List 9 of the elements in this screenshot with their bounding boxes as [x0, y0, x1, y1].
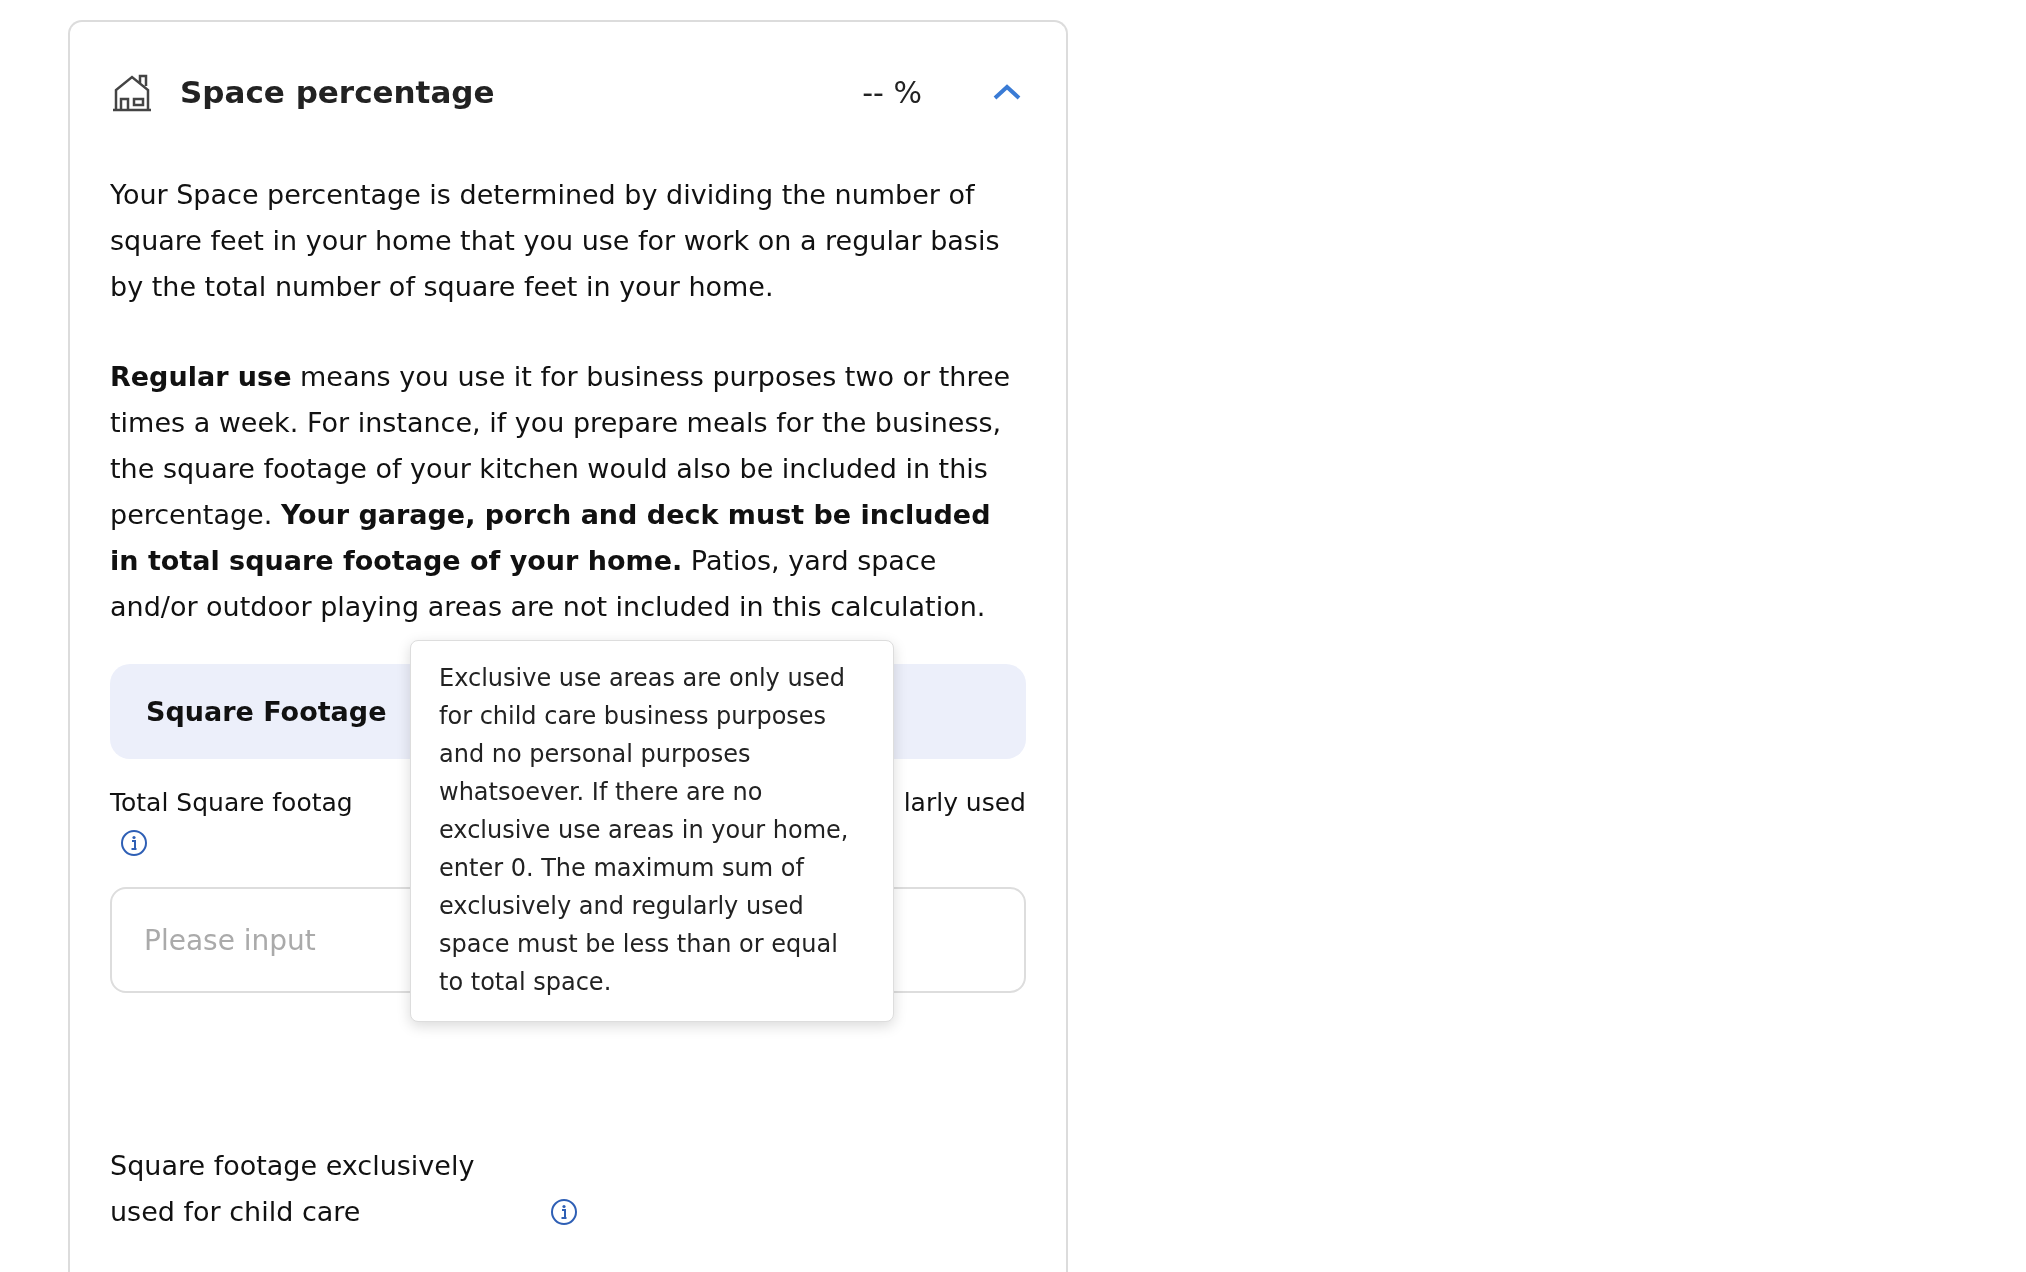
field-label: Square footage exclusively used for child care: [110, 1149, 476, 1229]
description-paragraph: Regular use means you use it for business purposes two or three times a week. For instance, if you prepare meals for the business, the square footage of your kitchen would also be included in this percentage. Your garage, porch and deck must be included in total square footage of your home. Patios, yard space and/or outdoor playing areas are not included in this calculation.: [110, 360, 1012, 624]
percentage-value: -- %: [862, 74, 922, 110]
field-label: larly used: [903, 787, 1026, 819]
section-title: Square Footage: [146, 696, 387, 727]
field-label: Total Square footag: [110, 787, 353, 819]
tooltip: Exclusive use areas are only used for child care business purposes and no personal purposes whatsoever. If there are no exclusive use areas in your home, enter 0. The maximum sum of exclusively and regularly used space must be less than or equal to total space.: [410, 640, 894, 1022]
description-paragraph: Your Space percentage is determined by dividing the number of square feet in your home that you use for work on a regular basis by the total number of square feet in your home.: [110, 178, 1001, 304]
card-title: Space percentage: [180, 74, 496, 110]
